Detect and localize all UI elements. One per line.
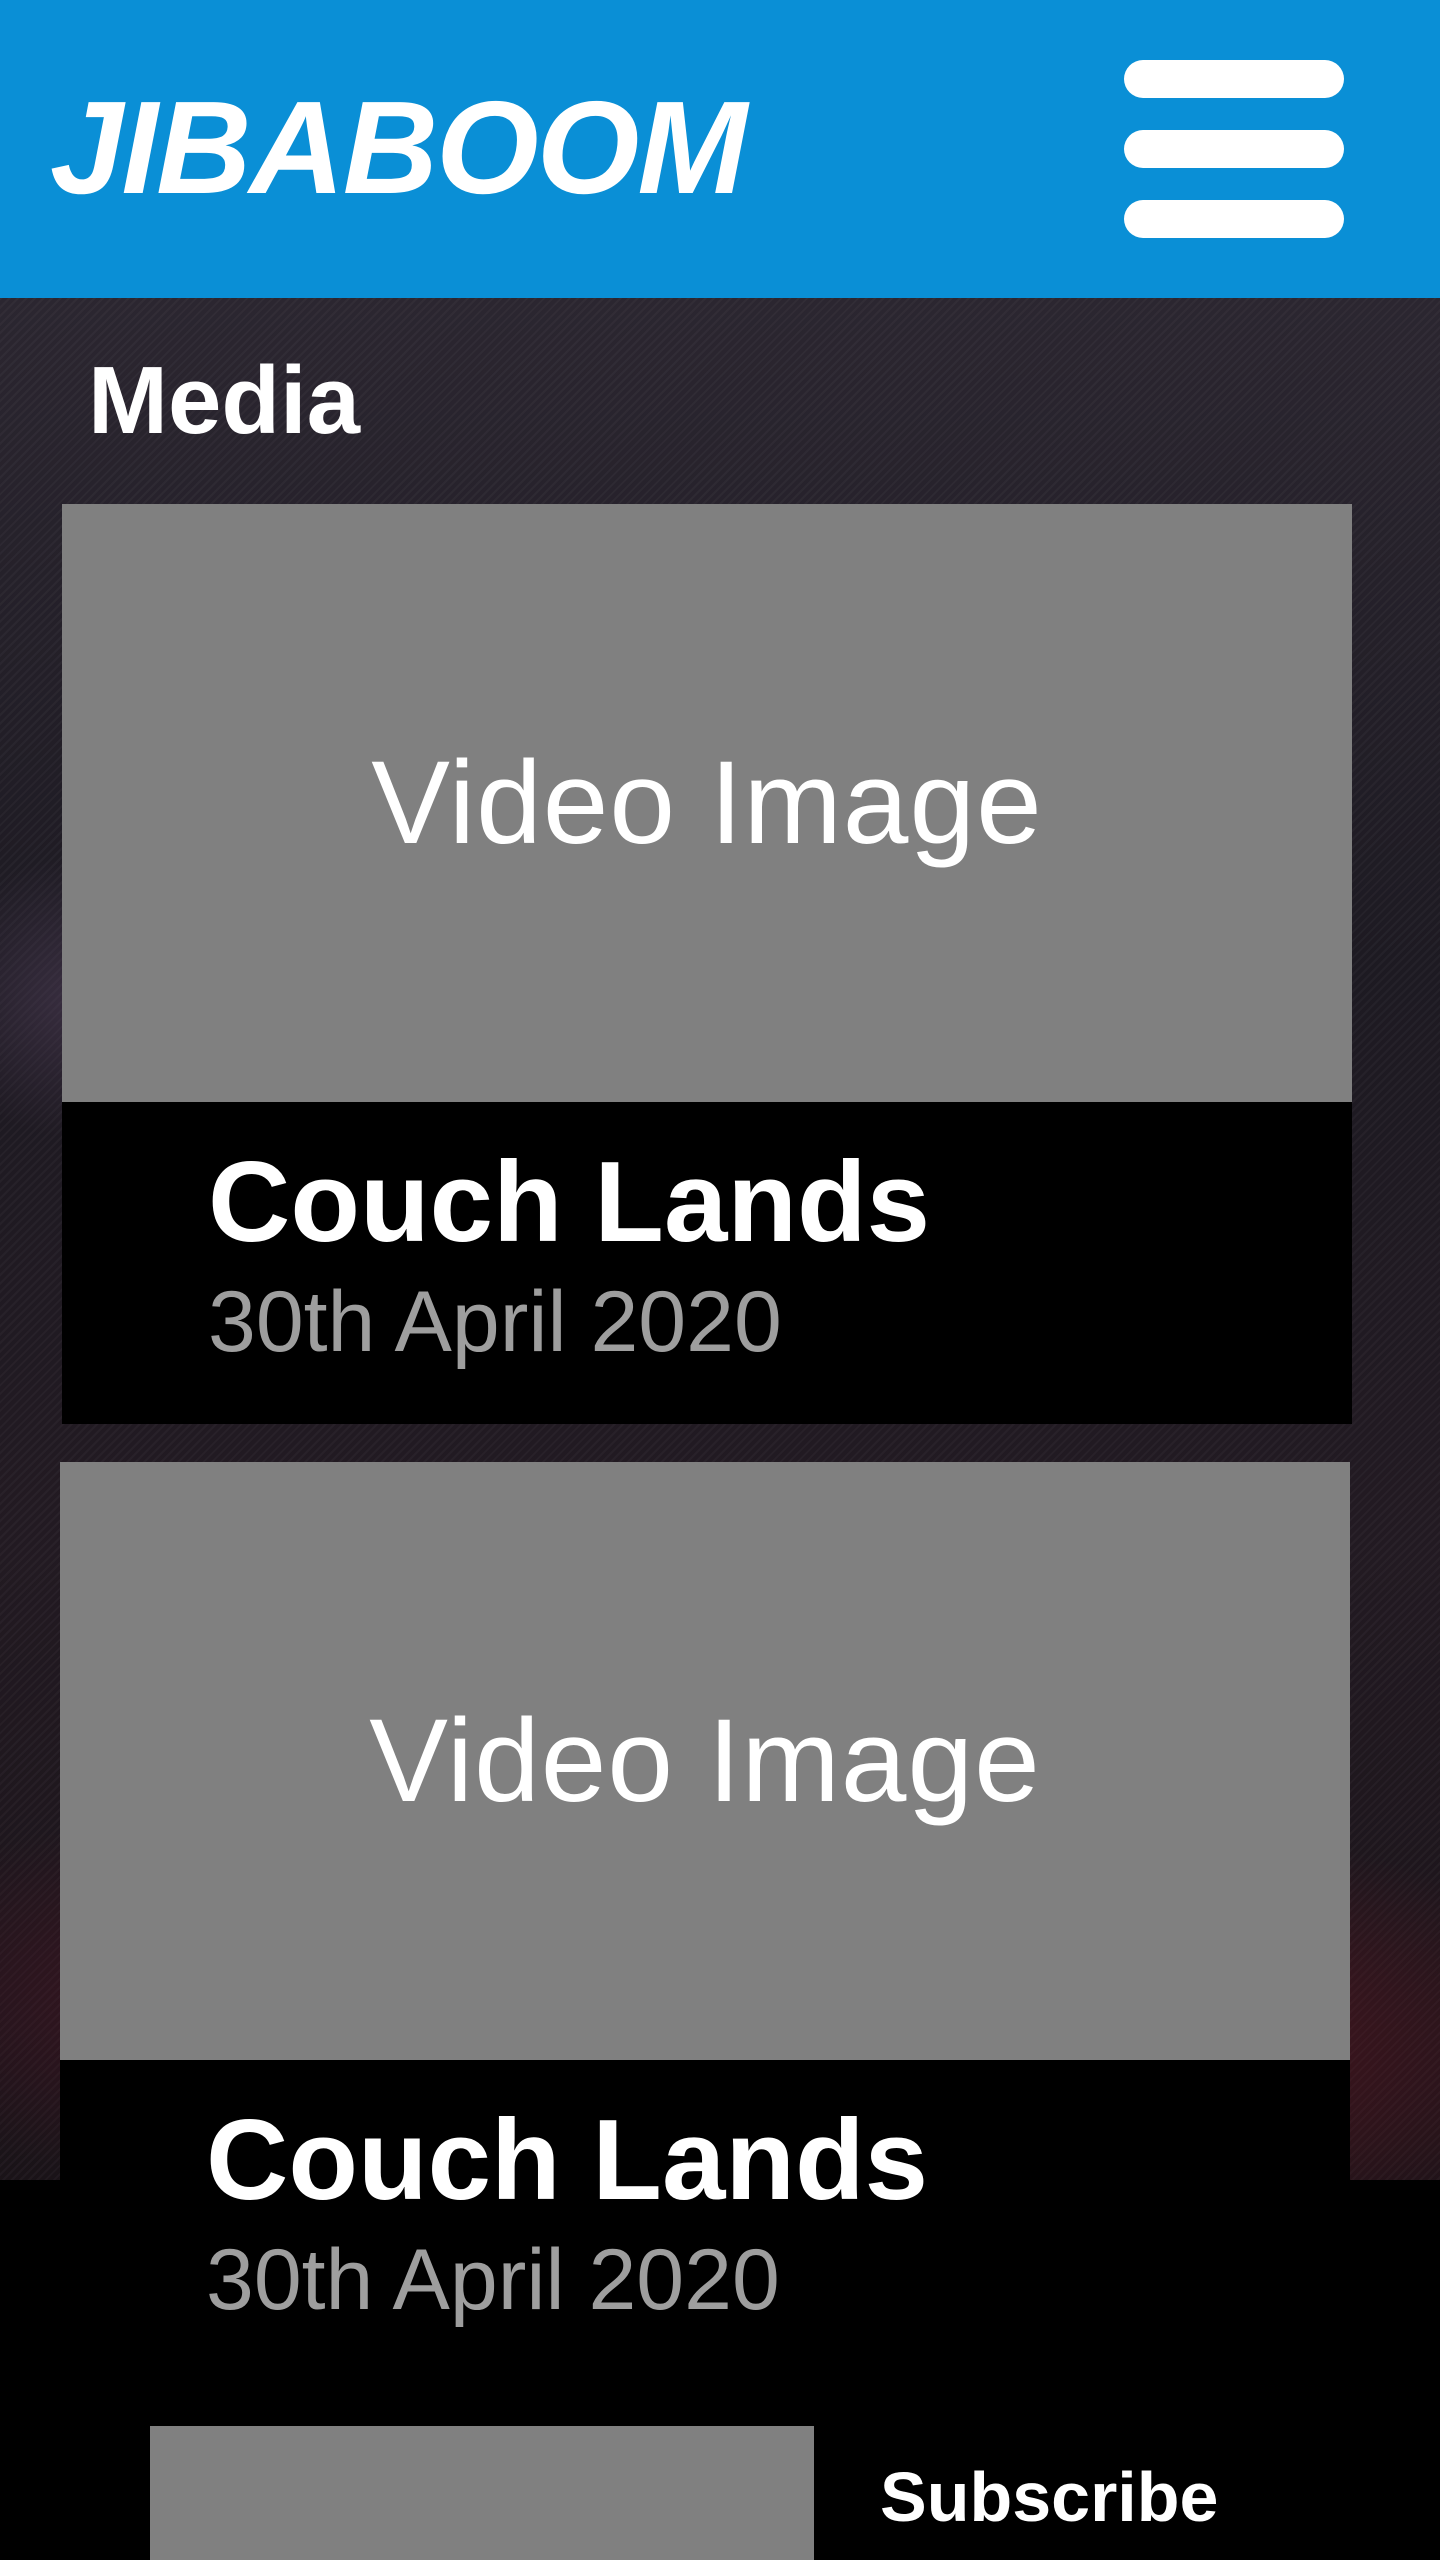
app-header: JIBABOOM xyxy=(0,0,1440,298)
menu-bar-top xyxy=(1124,60,1344,98)
subscribe-button[interactable]: Subscribe xyxy=(880,2456,1218,2538)
media-card-info: Couch Lands 30th April 2020 xyxy=(62,1102,1352,1424)
media-card[interactable]: Video Image Couch Lands 30th April 2020 xyxy=(62,504,1352,1424)
video-thumbnail-label: Video Image xyxy=(371,737,1043,869)
subscribe-image-placeholder xyxy=(150,2426,814,2560)
video-thumbnail-label: Video Image xyxy=(369,1695,1041,1827)
page: JIBABOOM Media Video Image Couch Lands 3… xyxy=(0,0,1440,2560)
media-title[interactable]: Couch Lands xyxy=(206,2098,928,2224)
menu-bar-bottom xyxy=(1124,200,1344,238)
video-thumbnail[interactable]: Video Image xyxy=(62,504,1352,1102)
media-date: 30th April 2020 xyxy=(208,1274,782,1370)
page-title: Media xyxy=(88,347,361,454)
media-date: 30th April 2020 xyxy=(206,2232,780,2328)
logo[interactable]: JIBABOOM xyxy=(50,78,747,218)
media-title[interactable]: Couch Lands xyxy=(208,1140,930,1266)
media-card[interactable]: Video Image Couch Lands 30th April 2020 xyxy=(60,1462,1350,2382)
menu-bar-middle xyxy=(1124,130,1344,168)
hamburger-menu-icon[interactable] xyxy=(1122,58,1346,240)
media-card-info: Couch Lands 30th April 2020 xyxy=(60,2060,1350,2382)
video-thumbnail[interactable]: Video Image xyxy=(60,1462,1350,2060)
